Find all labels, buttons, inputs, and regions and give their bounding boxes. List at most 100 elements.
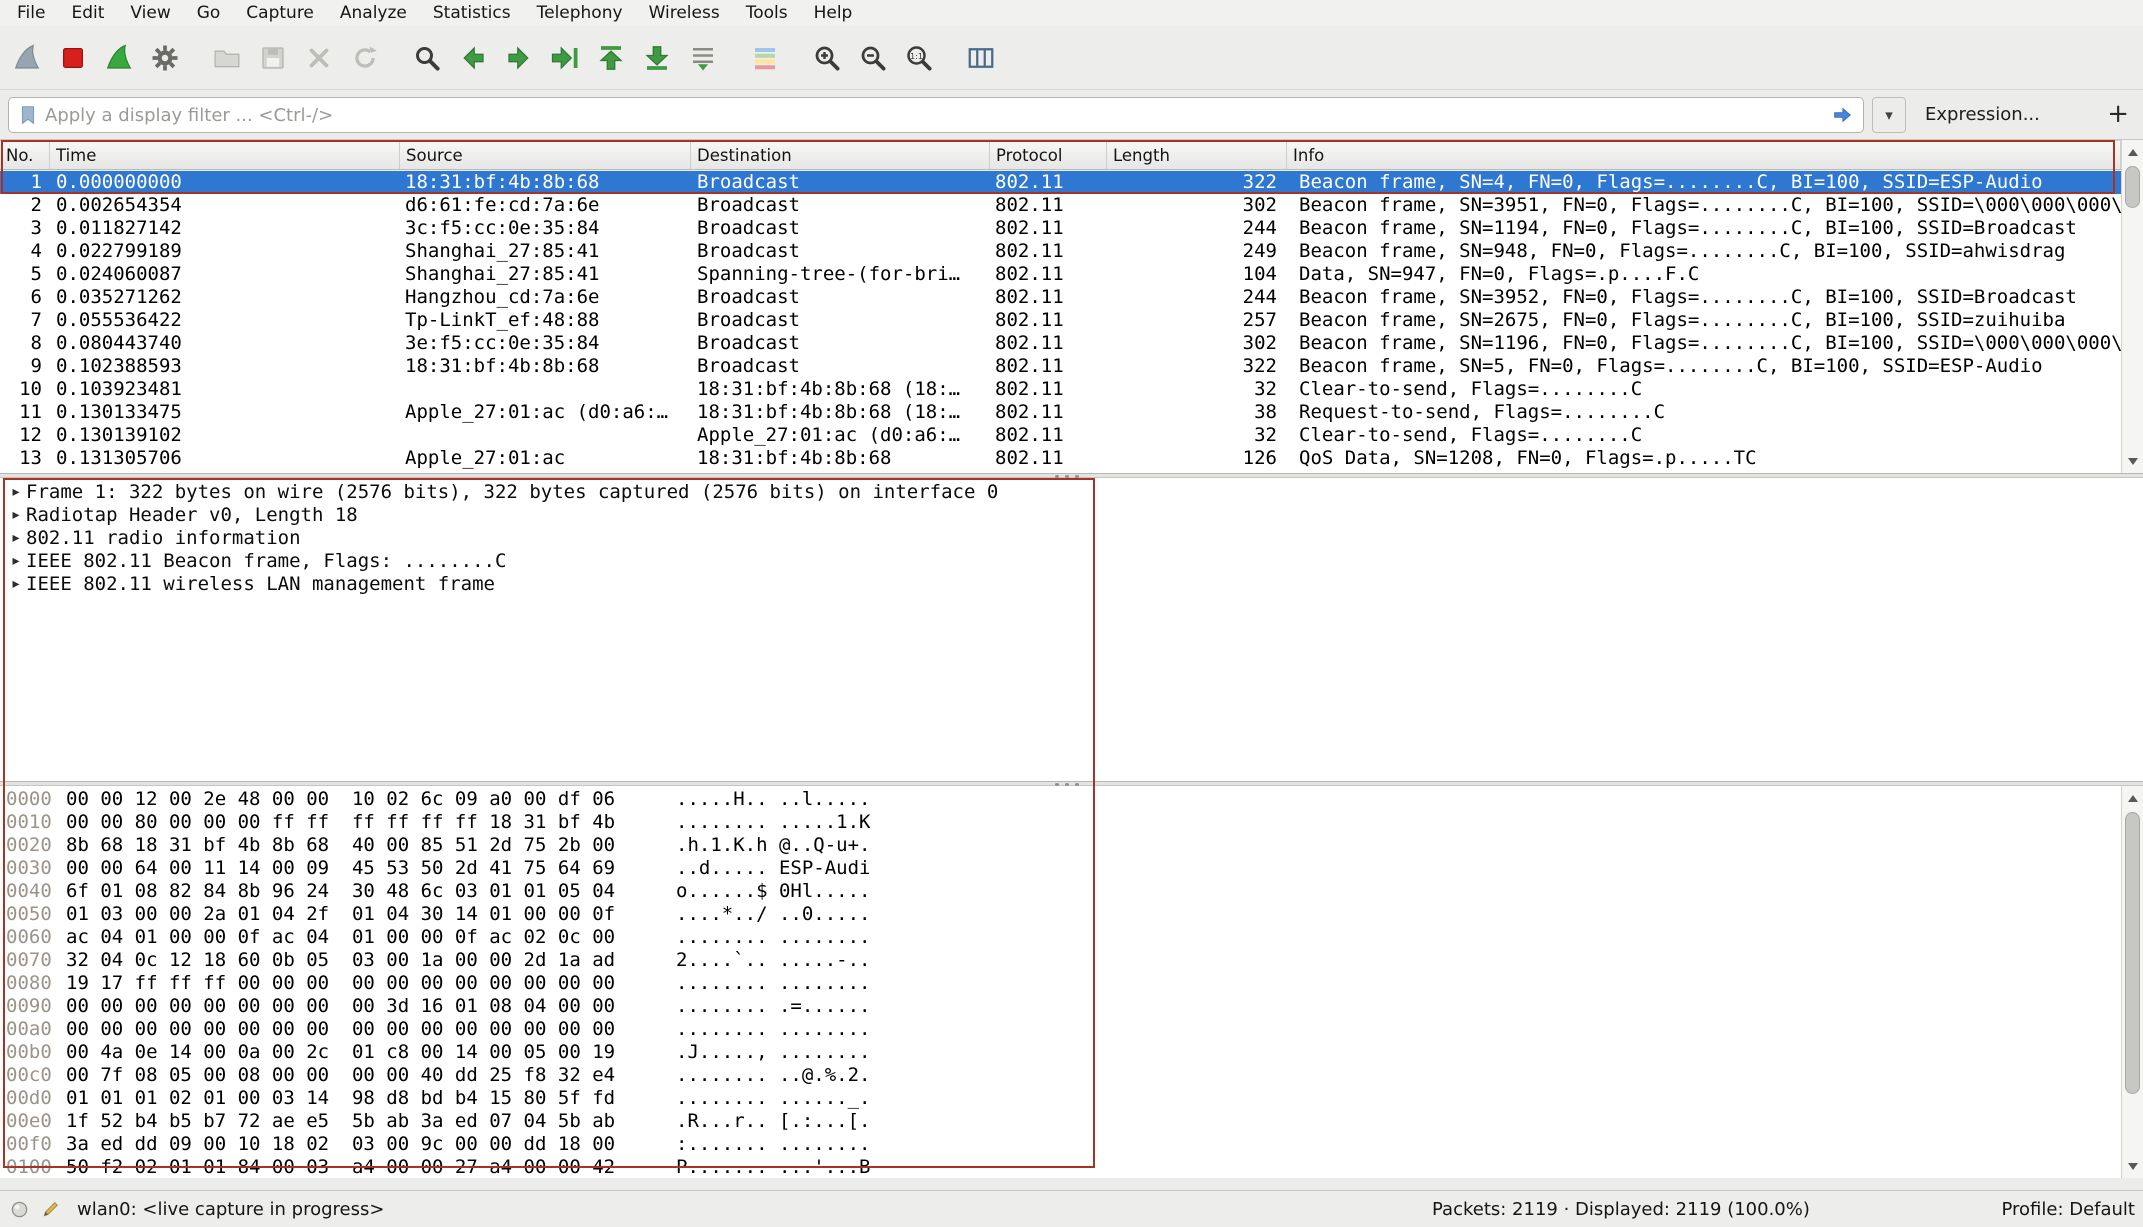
packet-row[interactable]: 50.024060087Shanghai_27:85:41Spanning-tr… bbox=[0, 263, 2121, 286]
packet-cell-info: Beacon frame, SN=948, FN=0, Flags=......… bbox=[1287, 240, 2121, 263]
expert-info-icon[interactable] bbox=[10, 1200, 29, 1219]
menu-item-tools[interactable]: Tools bbox=[733, 0, 801, 26]
scroll-up-button[interactable] bbox=[2122, 787, 2143, 809]
expander-icon[interactable]: ▸ bbox=[7, 573, 25, 596]
detail-line[interactable]: ▸802.11 radio information bbox=[0, 527, 2143, 550]
open-file-button[interactable] bbox=[204, 31, 250, 85]
hex-row[interactable]: 0060ac 04 01 00 00 0f ac 04 01 00 00 0f … bbox=[0, 926, 2121, 949]
hex-row[interactable]: 009000 00 00 00 00 00 00 00 00 3d 16 01 … bbox=[0, 995, 2121, 1018]
find-packet-button[interactable] bbox=[404, 31, 450, 85]
menu-item-statistics[interactable]: Statistics bbox=[420, 0, 524, 26]
expander-icon[interactable]: ▸ bbox=[7, 481, 25, 504]
hex-row[interactable]: 007032 04 0c 12 18 60 0b 05 03 00 1a 00 … bbox=[0, 949, 2121, 972]
go-back-button[interactable] bbox=[450, 31, 496, 85]
column-header-no[interactable]: No. bbox=[0, 141, 50, 169]
hex-row[interactable]: 00208b 68 18 31 bf 4b 8b 68 40 00 85 51 … bbox=[0, 834, 2121, 857]
expander-icon[interactable]: ▸ bbox=[7, 527, 25, 550]
packet-row[interactable]: 100.10392348118:31:bf:4b:8b:68 (18:…802.… bbox=[0, 378, 2121, 401]
packet-row[interactable]: 90.10238859318:31:bf:4b:8b:68Broadcast80… bbox=[0, 355, 2121, 378]
packet-row[interactable]: 40.022799189Shanghai_27:85:41Broadcast80… bbox=[0, 240, 2121, 263]
menu-item-go[interactable]: Go bbox=[184, 0, 234, 26]
reload-file-button[interactable] bbox=[342, 31, 388, 85]
detail-line[interactable]: ▸Radiotap Header v0, Length 18 bbox=[0, 504, 2143, 527]
restart-capture-button[interactable] bbox=[96, 31, 142, 85]
hex-row[interactable]: 010050 f2 02 01 01 84 00 03 a4 00 00 27 … bbox=[0, 1156, 2121, 1178]
hex-row[interactable]: 00b000 4a 0e 14 00 0a 00 2c 01 c8 00 14 … bbox=[0, 1041, 2121, 1064]
menu-item-analyze[interactable]: Analyze bbox=[327, 0, 420, 26]
packet-row[interactable]: 60.035271262Hangzhou_cd:7a:6eBroadcast80… bbox=[0, 286, 2121, 309]
add-filter-button[interactable]: + bbox=[2107, 90, 2129, 140]
zoom-in-button[interactable] bbox=[804, 31, 850, 85]
hex-pane-scrollbar[interactable] bbox=[2121, 786, 2143, 1178]
zoom-reset-button[interactable]: 1:1 bbox=[896, 31, 942, 85]
stop-capture-button[interactable] bbox=[50, 31, 96, 85]
go-to-top-button[interactable] bbox=[588, 31, 634, 85]
menu-bar: FileEditViewGoCaptureAnalyzeStatisticsTe… bbox=[0, 0, 2143, 26]
expander-icon[interactable]: ▸ bbox=[7, 504, 25, 527]
hex-row[interactable]: 00d001 01 01 02 01 00 03 14 98 d8 bd b4 … bbox=[0, 1087, 2121, 1110]
hex-row[interactable]: 00406f 01 08 82 84 8b 96 24 30 48 6c 03 … bbox=[0, 880, 2121, 903]
packet-row[interactable]: 20.002654354d6:61:fe:cd:7a:6eBroadcast80… bbox=[0, 194, 2121, 217]
menu-item-file[interactable]: File bbox=[4, 0, 58, 26]
column-header-protocol[interactable]: Protocol bbox=[990, 141, 1107, 169]
go-to-bottom-button[interactable] bbox=[634, 31, 680, 85]
column-header-source[interactable]: Source bbox=[400, 141, 691, 169]
go-forward-button[interactable] bbox=[496, 31, 542, 85]
hex-row[interactable]: 00c000 7f 08 05 00 08 00 00 00 00 40 dd … bbox=[0, 1064, 2121, 1087]
save-file-button[interactable] bbox=[250, 31, 296, 85]
hex-row[interactable]: 001000 00 80 00 00 00 ff ff ff ff ff ff … bbox=[0, 811, 2121, 834]
close-file-button[interactable] bbox=[296, 31, 342, 85]
detail-line[interactable]: ▸Frame 1: 322 bytes on wire (2576 bits),… bbox=[0, 481, 2143, 504]
display-filter-input[interactable] bbox=[45, 105, 1829, 126]
start-capture-button[interactable] bbox=[4, 31, 50, 85]
zoom-out-button[interactable] bbox=[850, 31, 896, 85]
profile-text[interactable]: Profile: Default bbox=[2001, 1199, 2135, 1220]
capture-comment-icon[interactable] bbox=[41, 1199, 61, 1219]
resize-columns-button[interactable] bbox=[958, 31, 1004, 85]
auto-scroll-button[interactable] bbox=[680, 31, 726, 85]
scroll-up-button[interactable] bbox=[2122, 141, 2143, 163]
detail-line[interactable]: ▸IEEE 802.11 wireless LAN management fra… bbox=[0, 573, 2143, 596]
packet-row[interactable]: 80.0804437403e:f5:cc:0e:35:84Broadcast80… bbox=[0, 332, 2121, 355]
filter-bookmark-icon[interactable] bbox=[17, 103, 39, 127]
column-header-time[interactable]: Time bbox=[50, 141, 400, 169]
hex-row[interactable]: 00f03a ed dd 09 00 10 18 02 03 00 9c 00 … bbox=[0, 1133, 2121, 1156]
hex-row[interactable]: 003000 00 64 00 11 14 00 09 45 53 50 2d … bbox=[0, 857, 2121, 880]
menu-item-edit[interactable]: Edit bbox=[58, 0, 117, 26]
colorize-button[interactable] bbox=[742, 31, 788, 85]
go-to-packet-button[interactable] bbox=[542, 31, 588, 85]
apply-filter-icon[interactable] bbox=[1829, 104, 1855, 126]
filter-dropdown-button[interactable]: ▾ bbox=[1872, 97, 1906, 133]
packet-row[interactable]: 70.055536422Tp-LinkT_ef:48:88Broadcast80… bbox=[0, 309, 2121, 332]
scrollbar-thumb[interactable] bbox=[2125, 812, 2140, 1094]
hex-row[interactable]: 008019 17 ff ff ff 00 00 00 00 00 00 00 … bbox=[0, 972, 2121, 995]
triangle-up-icon bbox=[2128, 795, 2138, 802]
expression-button[interactable]: Expression... bbox=[1925, 90, 2040, 140]
menu-item-help[interactable]: Help bbox=[801, 0, 866, 26]
packet-list-scrollbar[interactable] bbox=[2121, 140, 2143, 473]
packet-row[interactable]: 110.130133475Apple_27:01:ac (d0:a6:…18:3… bbox=[0, 401, 2121, 424]
hex-row[interactable]: 005001 03 00 00 2a 01 04 2f 01 04 30 14 … bbox=[0, 903, 2121, 926]
packet-cell-protocol: 802.11 bbox=[990, 171, 1107, 194]
column-header-destination[interactable]: Destination bbox=[691, 141, 990, 169]
menu-item-wireless[interactable]: Wireless bbox=[636, 0, 733, 26]
column-header-length[interactable]: Length bbox=[1107, 141, 1287, 169]
display-filter-field[interactable] bbox=[8, 97, 1864, 133]
packet-row[interactable]: 130.131305706Apple_27:01:ac18:31:bf:4b:8… bbox=[0, 447, 2121, 470]
scroll-down-button[interactable] bbox=[2122, 1155, 2143, 1177]
menu-item-capture[interactable]: Capture bbox=[233, 0, 327, 26]
scroll-down-button[interactable] bbox=[2122, 450, 2143, 472]
packet-row[interactable]: 10.00000000018:31:bf:4b:8b:68Broadcast80… bbox=[0, 171, 2121, 194]
hex-row[interactable]: 00a000 00 00 00 00 00 00 00 00 00 00 00 … bbox=[0, 1018, 2121, 1041]
packet-row[interactable]: 120.130139102Apple_27:01:ac (d0:a6:…802.… bbox=[0, 424, 2121, 447]
column-header-info[interactable]: Info bbox=[1287, 141, 2121, 169]
capture-options-button[interactable] bbox=[142, 31, 188, 85]
hex-row[interactable]: 00e01f 52 b4 b5 b7 72 ae e5 5b ab 3a ed … bbox=[0, 1110, 2121, 1133]
menu-item-telephony[interactable]: Telephony bbox=[524, 0, 636, 26]
expander-icon[interactable]: ▸ bbox=[7, 550, 25, 573]
packet-row[interactable]: 30.0118271423c:f5:cc:0e:35:84Broadcast80… bbox=[0, 217, 2121, 240]
hex-row[interactable]: 000000 00 12 00 2e 48 00 00 10 02 6c 09 … bbox=[0, 788, 2121, 811]
scrollbar-thumb[interactable] bbox=[2125, 166, 2140, 208]
detail-line[interactable]: ▸IEEE 802.11 Beacon frame, Flags: ......… bbox=[0, 550, 2143, 573]
menu-item-view[interactable]: View bbox=[117, 0, 183, 26]
